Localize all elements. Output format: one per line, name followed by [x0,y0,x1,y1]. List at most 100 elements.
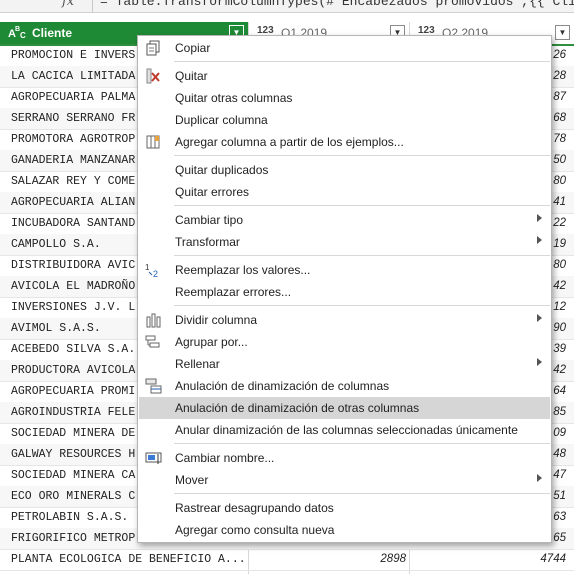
menu-separator [174,155,550,156]
menu-item-anulacion-de-dinamizacion-de-columnas[interactable]: Anulación de dinamización de columnas [139,375,550,397]
menu-item-reemplazar-los-valores[interactable]: 1 2 Reemplazar los valores... [139,259,550,281]
menu-item-reemplazar-errores[interactable]: Reemplazar errores... [139,281,550,303]
menu-separator [174,443,550,444]
cell-q2[interactable]: 80 [553,259,566,271]
menu-item-quitar-otras-columnas[interactable]: Quitar otras columnas [139,87,550,109]
cell-cliente[interactable]: SERRANO SERRANO FR [11,112,135,125]
menu-item-agrupar-por[interactable]: Agrupar por... [139,331,550,353]
cell-q2[interactable]: 28 [553,70,566,82]
cell-q2[interactable]: 63 [553,511,566,523]
cell-q2[interactable]: 90 [553,322,566,334]
cell-q2[interactable]: 09 [553,427,566,439]
menu-item-agregar-columna-a-partir-de-los-ejemplos[interactable]: Agregar columna a partir de los ejemplos… [139,131,550,153]
copy-icon [145,40,163,56]
formula-bar: fx = Table.TransformColumnTypes(#"Encabe… [0,0,574,13]
cell-q2[interactable]: 22 [553,217,566,229]
cell-cliente[interactable]: DISTRIBUIDORA AVIC [11,259,135,272]
table-row[interactable]: PLANTA ECOLOGICA DE BENEFICIO A... 2898 47… [0,549,574,571]
cell-q2[interactable]: 64 [553,385,566,397]
menu-item-quitar-errores[interactable]: Quitar errores [139,181,550,203]
cell-q2[interactable]: 19 [553,238,566,250]
cell-cliente[interactable]: LA CACICA LIMITADA [11,70,135,83]
menu-item-label: Agrupar por... [175,335,248,349]
cell-q2[interactable]: 39 [553,343,566,355]
cell-q2[interactable]: 68 [553,112,566,124]
menu-item-duplicar-columna[interactable]: Duplicar columna [139,109,550,131]
menu-item-anulacion-de-dinamizacion-de-otras-columnas[interactable]: Anulación de dinamización de otras colum… [139,397,550,419]
menu-item-label: Quitar duplicados [175,163,269,177]
split-column-icon [145,312,163,328]
column-from-examples-icon [145,134,163,150]
cell-cliente[interactable]: PROMOTORA AGROTROP [11,133,135,146]
cell-cliente[interactable]: INCUBADORA SANTAND [11,217,135,230]
cell-cliente[interactable]: AGROINDUSTRIA FELE [11,406,135,419]
cell-q2[interactable]: 48 [553,448,566,460]
menu-item-copiar[interactable]: Copiar [139,37,550,59]
cell-cliente[interactable]: SOCIEDAD MINERA CA [11,469,135,482]
cell-cliente[interactable]: ECO ORO MINERALS C [11,490,135,503]
menu-item-rastrear-desagrupando-datos[interactable]: Rastrear desagrupando datos [139,497,550,519]
text-type-icon[interactable]: ABC [8,24,28,43]
cell-cliente[interactable]: INVERSIONES J.V. L [11,301,135,314]
menu-item-quitar[interactable]: Quitar [139,65,550,87]
menu-item-label: Agregar como consulta nueva [175,523,335,537]
cell-q2[interactable]: 41 [553,196,566,208]
menu-item-label: Anulación de dinamización de columnas [175,379,390,393]
cell-cliente[interactable]: PRODUCTORA AVICOLA [11,364,135,377]
cell-q2[interactable]: 42 [553,364,566,376]
replace-values-icon: 12 [145,262,163,279]
menu-item-dividir-columna[interactable]: Dividir columna [139,309,550,331]
cell-cliente[interactable]: SALAZAR REY Y COME [11,175,135,188]
cell-q2[interactable]: 80 [553,175,566,187]
cell-q2[interactable]: 47 [553,469,566,481]
fx-label[interactable]: fx [62,0,74,9]
cell-cliente[interactable]: AVICOLA EL MADROÑO [11,280,135,293]
menu-item-quitar-duplicados[interactable]: Quitar duplicados [139,159,550,181]
cell-q2[interactable]: 87 [553,91,566,103]
cell-cliente[interactable]: AGROPECUARIA PALMA [11,91,135,104]
cell-q2[interactable]: 51 [553,490,566,502]
cell-q2[interactable]: 12 [553,301,566,313]
cell-q2[interactable]: 78 [553,133,566,145]
menu-item-label: Cambiar tipo [175,213,244,227]
cell-q2[interactable]: 4744 [540,553,566,565]
cell-q2[interactable]: 65 [553,532,566,544]
remove-column-icon [145,68,163,84]
cell-q2[interactable]: 85 [553,406,566,418]
cell-cliente[interactable]: SOCIEDAD MINERA DE [11,427,135,440]
cell-q2[interactable]: 50 [553,154,566,166]
menu-item-agregar-como-consulta-nueva[interactable]: Agregar como consulta nueva [139,519,550,541]
cell-cliente[interactable]: CAMPOLLO S.A. [11,238,101,251]
cell-cliente[interactable]: AGROPECUARIA ALIAN [11,196,135,209]
menu-item-transformar[interactable]: Transformar [139,231,550,253]
menu-item-label: Rellenar [175,357,220,371]
menu-item-rellenar[interactable]: Rellenar [139,353,550,375]
menu-item-anular-dinamizacion-de-las-columnas-seleccionadas-unicamente[interactable]: Anular dinamización de las columnas sele… [139,419,550,441]
menu-item-label: Mover [175,473,209,487]
submenu-arrow-icon [537,474,542,482]
cell-cliente[interactable]: PLANTA ECOLOGICA DE BENEFICIO A... [11,553,246,566]
menu-item-label: Duplicar columna [175,113,268,127]
menu-separator [174,305,550,306]
column-context-menu: Copiar Quitar Quitar otras columnas Duplica… [137,35,552,543]
cell-cliente[interactable]: GALWAY RESOURCES H [11,448,135,461]
cell-q1[interactable]: 2898 [380,553,406,565]
menu-item-mover[interactable]: Mover [139,469,550,491]
cell-cliente[interactable]: PETROLABIN S.A.S. [11,511,128,524]
cell-cliente[interactable]: AGROPECUARIA PROMI [11,385,135,398]
formula-input[interactable]: = Table.TransformColumnTypes(#"Encabezad… [100,0,574,9]
menu-item-label: Dividir columna [175,313,258,327]
menu-item-label: Anular dinamización de las columnas sele… [175,423,518,437]
cell-cliente[interactable]: PROMOCION E INVERS [11,49,135,62]
cell-cliente[interactable]: ACEBEDO SILVA S.A. [11,343,135,356]
cell-cliente[interactable]: FRIGORIFICO METROP [11,532,135,545]
menu-item-label: Cambiar nombre... [175,451,275,465]
column-filter-dropdown[interactable]: ▼ [555,25,570,40]
cell-cliente[interactable]: GANADERIA MANZANAR [11,154,135,167]
menu-item-cambiar-tipo[interactable]: Cambiar tipo [139,209,550,231]
abc-type-glyph: A BC [8,26,26,40]
menu-item-cambiar-nombre[interactable]: Cambiar nombre... [139,447,550,469]
cell-q2[interactable]: 26 [553,49,566,61]
cell-q2[interactable]: 42 [553,280,566,292]
cell-cliente[interactable]: AVIMOL S.A.S. [11,322,101,335]
